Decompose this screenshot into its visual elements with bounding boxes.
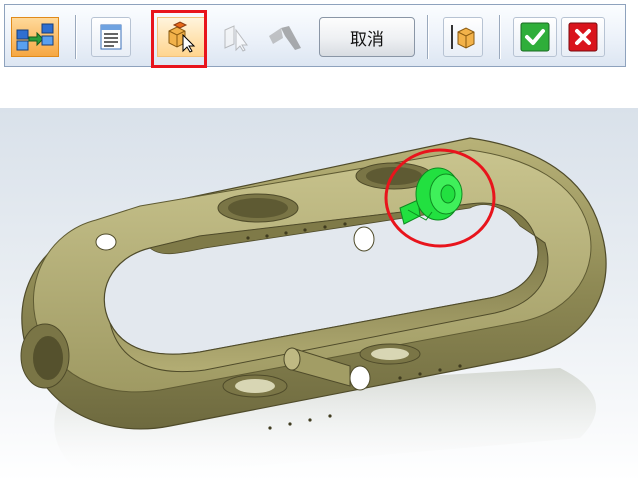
callout-box [151,10,207,68]
part-model [20,137,607,480]
select-face-icon [224,25,248,52]
accept-icon [520,22,550,52]
graphics-viewport[interactable] [0,108,638,481]
hole-inner [228,198,288,218]
properties-button[interactable] [91,17,131,57]
separator [75,15,76,59]
boss-end [283,347,301,371]
accept-button[interactable] [513,17,557,57]
separator [427,15,428,59]
select-tool-icon [269,26,301,50]
boss-hole [349,365,371,391]
cancel-button[interactable]: 取消 [319,17,415,57]
cancel-label: 取消 [350,29,384,50]
command-toolbar: 取消 [4,4,626,67]
separator [499,15,500,59]
side-hole-inner [33,336,63,380]
boss-hole [353,226,375,252]
small-hole [95,233,117,251]
close-icon [568,22,598,52]
select-face-button[interactable] [217,17,257,57]
hole-inner [371,348,409,360]
select-tool-button[interactable] [263,17,307,57]
assembly-icon [16,23,54,51]
part-icon [451,25,475,49]
assembly-button[interactable] [11,17,59,57]
properties-icon [100,24,122,50]
hole-inner [235,379,275,393]
part-button[interactable] [443,17,483,57]
hole-inner [366,167,422,185]
close-button[interactable] [561,17,605,57]
